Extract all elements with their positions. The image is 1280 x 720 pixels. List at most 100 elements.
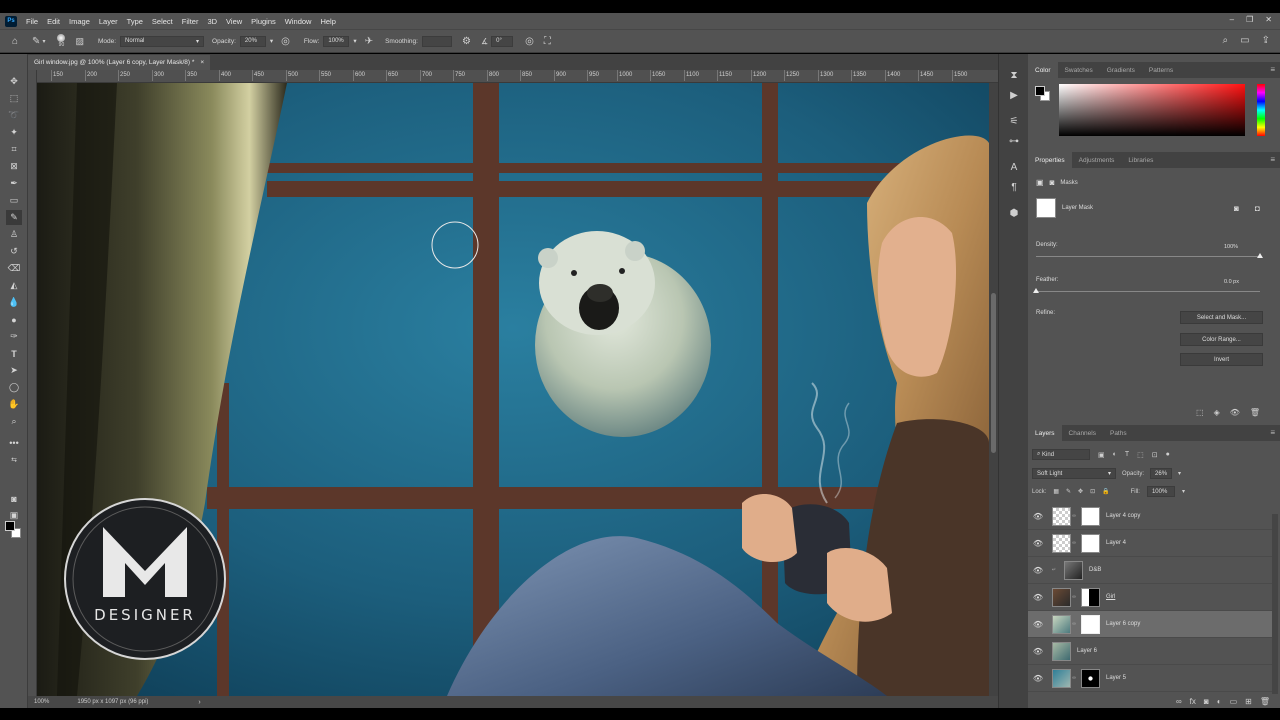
density-slider[interactable]	[1036, 256, 1260, 257]
smoothing-input[interactable]	[421, 35, 452, 47]
panel-menu-icon[interactable]: ≡	[1270, 65, 1275, 74]
pressure-size-icon[interactable]: ◎	[525, 36, 534, 47]
scrollbar-thumb[interactable]	[991, 293, 996, 453]
layer-mask-thumbnail[interactable]	[1081, 587, 1100, 607]
close-window-icon[interactable]: ✕	[1265, 15, 1272, 24]
angle-input[interactable]: 0°	[491, 35, 514, 47]
blend-mode-select[interactable]: Soft Light ▾	[1032, 468, 1116, 479]
search-icon[interactable]: ⌕	[1223, 35, 1229, 46]
eye-icon[interactable]: 👁	[1028, 593, 1048, 602]
invert-button[interactable]: Invert	[1180, 353, 1263, 366]
airbrush-icon[interactable]: ✈	[365, 36, 373, 47]
add-vector-mask-icon[interactable]: ◘	[1255, 204, 1260, 213]
quick-select-tool-icon[interactable]: ✦	[6, 125, 22, 140]
tab-channels[interactable]: Channels	[1062, 425, 1103, 441]
link-icon[interactable]: ∞	[1071, 675, 1077, 681]
opacity-input[interactable]: 20%	[239, 35, 266, 47]
layer-style-icon[interactable]: fx	[1190, 697, 1196, 706]
home-icon[interactable]: ⌂	[12, 36, 18, 47]
image-filter-icon[interactable]: ▣	[1098, 451, 1105, 459]
feather-slider-knob[interactable]	[1033, 288, 1039, 293]
hand-tool-icon[interactable]: ✋	[6, 397, 22, 412]
panel-menu-icon[interactable]: ≡	[1270, 155, 1275, 164]
restore-icon[interactable]: ❐	[1246, 15, 1253, 24]
menu-window[interactable]: Window	[285, 17, 312, 26]
chevron-down-icon[interactable]: ▾	[1178, 470, 1181, 477]
lock-position-icon[interactable]: ✥	[1078, 488, 1083, 495]
load-selection-icon[interactable]: ⬚	[1196, 408, 1204, 417]
share-icon[interactable]: ⇪	[1262, 35, 1270, 46]
adjustments-icon[interactable]: ⊶	[1007, 134, 1021, 148]
type-filter-icon[interactable]: T	[1125, 451, 1129, 458]
minimize-icon[interactable]: –	[1230, 15, 1234, 24]
close-tab-icon[interactable]: ×	[200, 59, 204, 66]
shape-filter-icon[interactable]: ⬚	[1137, 451, 1144, 459]
brush-settings-icon[interactable]: ⚟	[1007, 114, 1021, 128]
chevron-right-icon[interactable]: ›	[198, 699, 200, 706]
hue-slider[interactable]	[1257, 84, 1265, 136]
select-and-mask-button[interactable]: Select and Mask...	[1180, 311, 1263, 324]
layer-mask-thumbnail[interactable]	[1081, 533, 1100, 553]
mode-select[interactable]: Normal ▾	[120, 35, 205, 47]
link-icon[interactable]: ∞	[1071, 513, 1077, 519]
link-icon[interactable]: ∞	[1071, 621, 1077, 627]
more-tools-icon[interactable]: •••	[6, 435, 22, 450]
character-icon[interactable]: A	[1007, 160, 1021, 174]
group-folder-icon[interactable]: ▭	[1230, 697, 1238, 706]
eyedropper-tool-icon[interactable]: ✒	[6, 176, 22, 191]
color-field[interactable]	[1059, 84, 1245, 136]
brush-tool-icon[interactable]: ✎	[6, 210, 22, 225]
layer-mask-thumbnail[interactable]	[1036, 198, 1056, 218]
menu-select[interactable]: Select	[152, 17, 173, 26]
tab-color[interactable]: Color	[1028, 62, 1058, 78]
link-icon[interactable]: ∞	[1071, 594, 1077, 600]
tab-paths[interactable]: Paths	[1103, 425, 1134, 441]
stamp-tool-icon[interactable]: ♙	[6, 227, 22, 242]
pressure-opacity-icon[interactable]: ◎	[281, 36, 290, 47]
menu-view[interactable]: View	[226, 17, 242, 26]
link-layers-icon[interactable]: ∞	[1176, 697, 1182, 706]
chevron-down-icon[interactable]: ▾	[353, 37, 356, 45]
tab-layers[interactable]: Layers	[1028, 425, 1062, 441]
symmetry-icon[interactable]: ⛶	[544, 36, 551, 47]
lock-artboard-icon[interactable]: ⊡	[1090, 488, 1095, 495]
zoom-level[interactable]: 100%	[34, 699, 49, 705]
gear-icon[interactable]: ⚙	[462, 36, 471, 47]
history-icon[interactable]: ⧗	[1007, 68, 1021, 82]
crop-tool-icon[interactable]: ⌗	[6, 142, 22, 157]
document-tab[interactable]: Girl window.jpg @ 100% (Layer 6 copy, La…	[28, 55, 211, 70]
lock-image-icon[interactable]: ✎	[1066, 488, 1071, 495]
3d-cube-icon[interactable]: ⬢	[1007, 206, 1021, 220]
feather-input[interactable]: 0.0 px	[1218, 277, 1260, 287]
layer-row[interactable]: 👁 ∞ Girl	[1028, 584, 1272, 611]
smart-object-filter-icon[interactable]: ⊡	[1152, 451, 1158, 459]
zoom-tool-icon[interactable]: ⌕	[6, 414, 22, 429]
eye-icon[interactable]: 👁	[1028, 620, 1048, 629]
eye-icon[interactable]: 👁	[1028, 674, 1048, 683]
link-icon[interactable]: ∞	[1071, 540, 1077, 546]
menu-file[interactable]: File	[26, 17, 38, 26]
menu-edit[interactable]: Edit	[47, 17, 60, 26]
panel-menu-icon[interactable]: ≡	[1270, 428, 1275, 437]
play-actions-icon[interactable]: ▶	[1007, 88, 1021, 102]
layer-mask-thumbnail[interactable]	[1081, 614, 1100, 634]
tab-patterns[interactable]: Patterns	[1142, 62, 1180, 78]
trash-icon[interactable]: 🗑	[1260, 697, 1270, 706]
marquee-tool-icon[interactable]: ⬚	[6, 91, 22, 106]
menu-image[interactable]: Image	[69, 17, 90, 26]
eye-icon[interactable]: 👁	[1028, 512, 1048, 521]
brush-tool-icon[interactable]: ✎	[32, 36, 40, 47]
layer-row[interactable]: 👁 ↵ D&B	[1028, 557, 1272, 584]
blur-tool-icon[interactable]: 💧	[6, 295, 22, 310]
color-range-button[interactable]: Color Range...	[1180, 333, 1263, 346]
document-canvas[interactable]: DESIGNER	[37, 83, 989, 696]
healing-tool-icon[interactable]: ▭	[6, 193, 22, 208]
eye-icon[interactable]: 👁	[1028, 647, 1048, 656]
color-foreground-swatch[interactable]	[1035, 86, 1045, 96]
lock-all-icon[interactable]: 🔒	[1102, 488, 1109, 495]
layer-opacity-input[interactable]: 26%	[1150, 468, 1173, 479]
lasso-tool-icon[interactable]: ➰	[6, 108, 22, 123]
menu-type[interactable]: Type	[127, 17, 143, 26]
adjustment-layer-icon[interactable]: ◐	[1217, 697, 1222, 706]
density-input[interactable]: 100%	[1218, 242, 1260, 252]
